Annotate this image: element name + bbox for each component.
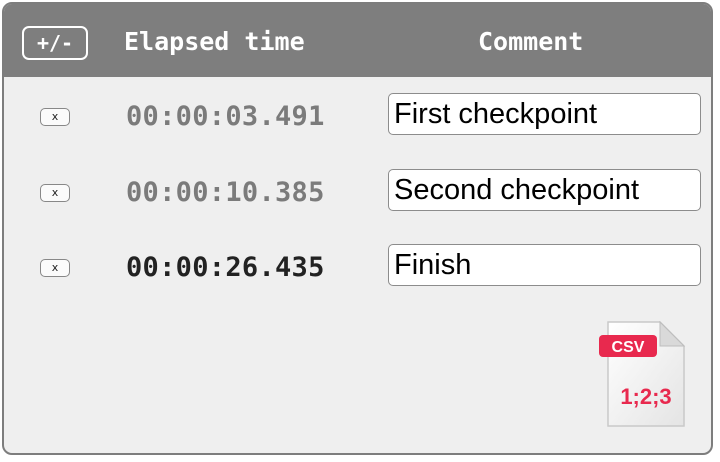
table-row: x 00:00:10.385 — [4, 169, 711, 219]
csv-file-icon[interactable]: CSV 1;2;3 — [596, 318, 692, 432]
table-header: +/- Elapsed time Comment — [4, 4, 711, 77]
csv-sample-label: 1;2;3 — [620, 384, 671, 409]
csv-badge-label: CSV — [612, 339, 645, 356]
comment-field[interactable] — [388, 93, 701, 135]
toggle-rows-button[interactable]: +/- — [22, 26, 88, 60]
lap-timer-panel: +/- Elapsed time Comment x 00:00:03.491 … — [2, 2, 713, 455]
elapsed-time-value: 00:00:03.491 — [126, 101, 325, 132]
elapsed-time-header: Elapsed time — [124, 27, 305, 56]
elapsed-time-value: 00:00:10.385 — [126, 177, 325, 208]
elapsed-time-value: 00:00:26.435 — [126, 252, 325, 283]
comment-field[interactable] — [388, 169, 701, 211]
delete-row-button[interactable]: x — [40, 259, 70, 277]
comment-header: Comment — [478, 27, 584, 56]
delete-row-button[interactable]: x — [40, 108, 70, 126]
delete-row-button[interactable]: x — [40, 184, 70, 202]
table-row: x 00:00:26.435 — [4, 244, 711, 294]
table-row: x 00:00:03.491 — [4, 93, 711, 143]
comment-field[interactable] — [388, 244, 701, 286]
